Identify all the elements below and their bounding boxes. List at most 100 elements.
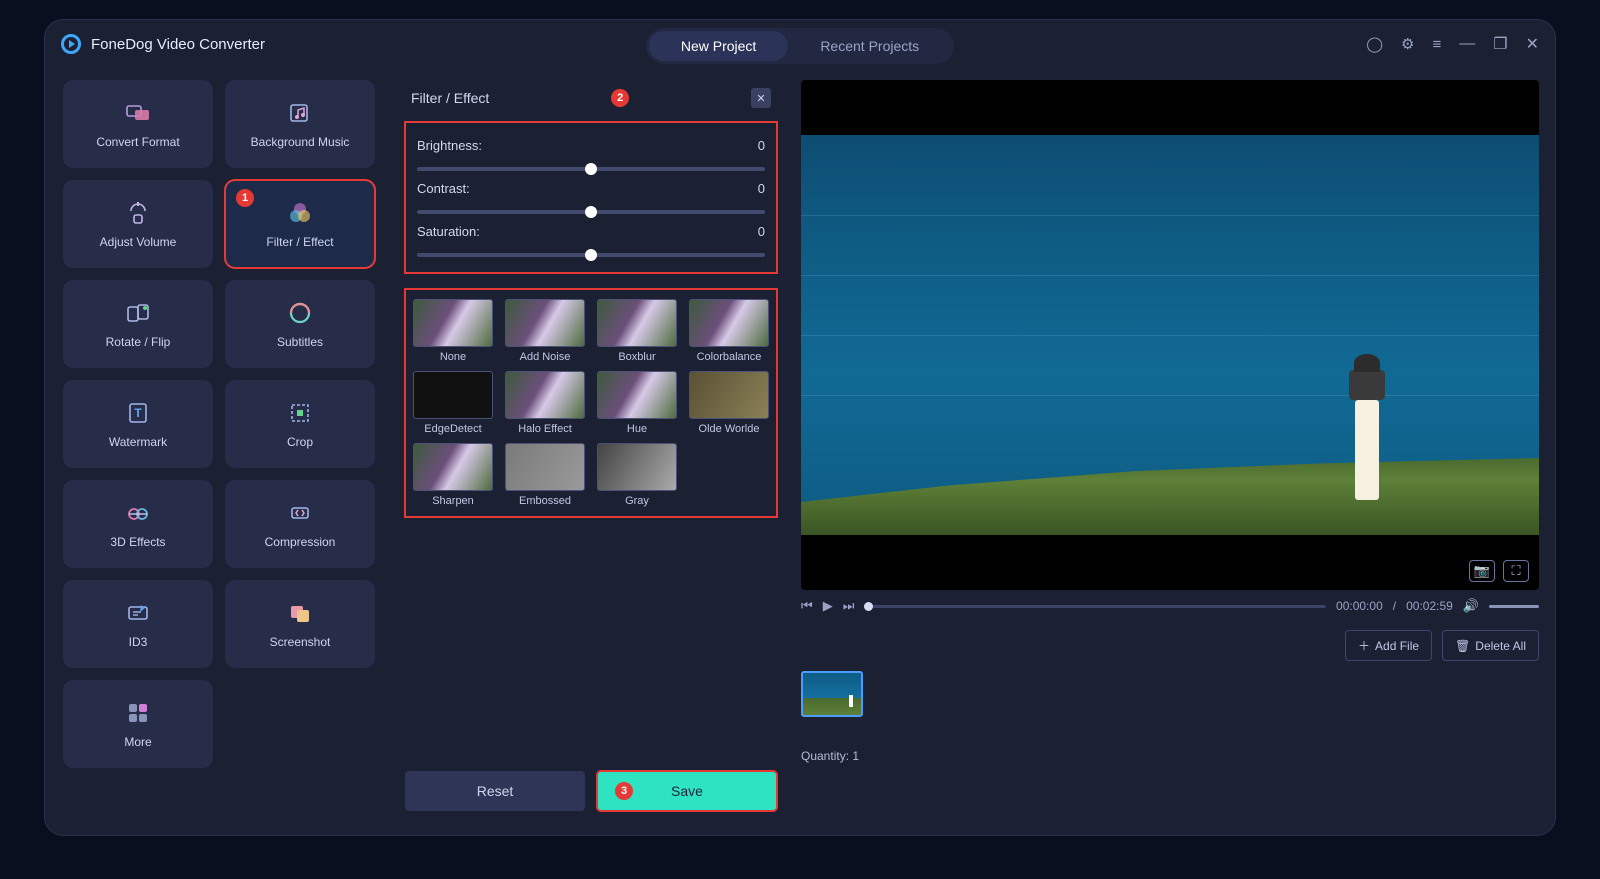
playback-bar: ⏮ ▶ ⏭ 00:00:00 / 00:02:59 🔊: [801, 598, 1539, 614]
maximize-icon[interactable]: ❐: [1493, 34, 1507, 54]
annotation-badge-1: 1: [236, 189, 254, 207]
tool-label: 3D Effects: [110, 535, 165, 549]
saturation-slider[interactable]: [417, 253, 765, 257]
clip-thumbnail[interactable]: [801, 671, 863, 717]
tool-label: Rotate / Flip: [106, 335, 171, 349]
app-title: FoneDog Video Converter: [91, 36, 265, 53]
panel-title: Filter / Effect: [411, 90, 489, 106]
tool-more[interactable]: More: [63, 680, 213, 768]
video-preview[interactable]: 📷 ⛶: [801, 80, 1539, 590]
filter-hue[interactable]: Hue: [595, 371, 679, 435]
slider-saturation: Saturation: 0: [417, 224, 765, 257]
quantity-readout: Quantity: 1: [801, 749, 1539, 763]
account-icon[interactable]: ◯: [1366, 35, 1383, 53]
tool-label: Background Music: [251, 135, 350, 149]
tool-3d-effects[interactable]: 3D Effects: [63, 480, 213, 568]
tool-filter-effect[interactable]: 1 Filter / Effect: [225, 180, 375, 268]
filter-effect-icon: [286, 199, 314, 227]
filter-sharpen[interactable]: Sharpen: [411, 443, 495, 507]
slider-brightness: Brightness:0: [417, 138, 765, 171]
tool-adjust-volume[interactable]: Adjust Volume: [63, 180, 213, 268]
id3-icon: [124, 599, 152, 627]
save-button-label: Save: [671, 783, 703, 799]
menu-icon[interactable]: ≡: [1432, 36, 1441, 53]
annotation-badge-2: 2: [611, 89, 629, 107]
brightness-value: 0: [758, 138, 765, 153]
tool-label: Watermark: [109, 435, 167, 449]
lighthouse-graphic: [1345, 350, 1389, 500]
panel-header: Filter / Effect 2 ✕: [397, 80, 785, 122]
app-window: FoneDog Video Converter New Project Rece…: [45, 20, 1555, 835]
saturation-label: Saturation:: [417, 224, 480, 239]
volume-icon[interactable]: 🔊: [1463, 598, 1479, 614]
saturation-value: 0: [758, 224, 765, 239]
filter-halo-effect[interactable]: Halo Effect: [503, 371, 587, 435]
tool-subtitles[interactable]: Subtitles: [225, 280, 375, 368]
filter-olde-worlde[interactable]: Olde Worlde: [687, 371, 771, 435]
add-file-button[interactable]: ＋Add File: [1345, 630, 1432, 661]
rotate-flip-icon: [124, 299, 152, 327]
minimize-icon[interactable]: —: [1459, 35, 1475, 53]
tool-label: Subtitles: [277, 335, 323, 349]
more-icon: [124, 699, 152, 727]
delete-all-button[interactable]: 🗑Delete All: [1442, 630, 1539, 661]
adjust-volume-icon: [124, 199, 152, 227]
contrast-value: 0: [758, 181, 765, 196]
crop-icon: [286, 399, 314, 427]
app-logo-icon: [61, 34, 81, 54]
tool-watermark[interactable]: T Watermark: [63, 380, 213, 468]
next-frame-icon[interactable]: ⏭: [843, 598, 855, 614]
tool-label: Crop: [287, 435, 313, 449]
panel-buttons: Reset 3 Save: [397, 771, 785, 823]
play-icon[interactable]: ▶: [823, 598, 833, 614]
tool-label: ID3: [129, 635, 148, 649]
filter-boxblur[interactable]: Boxblur: [595, 299, 679, 363]
contrast-label: Contrast:: [417, 181, 470, 196]
tool-rotate-flip[interactable]: Rotate / Flip: [63, 280, 213, 368]
snapshot-icon[interactable]: 📷: [1469, 560, 1495, 582]
tab-new-project[interactable]: New Project: [649, 31, 788, 61]
tool-compression[interactable]: Compression: [225, 480, 375, 568]
tool-crop[interactable]: Crop: [225, 380, 375, 468]
close-panel-icon[interactable]: ✕: [751, 88, 771, 108]
titlebar: FoneDog Video Converter New Project Rece…: [45, 20, 1555, 68]
filter-gray[interactable]: Gray: [595, 443, 679, 507]
brightness-slider[interactable]: [417, 167, 765, 171]
tool-label: Filter / Effect: [266, 235, 333, 249]
fullscreen-icon[interactable]: ⛶: [1503, 560, 1529, 582]
plus-icon: ＋: [1358, 637, 1370, 654]
filter-add-noise[interactable]: Add Noise: [503, 299, 587, 363]
tool-convert-format[interactable]: Convert Format: [63, 80, 213, 168]
tool-background-music[interactable]: Background Music: [225, 80, 375, 168]
prev-frame-icon[interactable]: ⏮: [801, 598, 813, 614]
reset-button[interactable]: Reset: [405, 771, 585, 811]
trash-icon: 🗑: [1455, 639, 1470, 653]
svg-text:T: T: [134, 406, 142, 420]
tool-id3[interactable]: ID3: [63, 580, 213, 668]
tool-label: Screenshot: [270, 635, 331, 649]
volume-slider[interactable]: [1489, 605, 1539, 608]
scrub-slider[interactable]: [864, 605, 1326, 608]
sliders-section: Brightness:0 Contrast: 0 Saturation: 0: [405, 122, 777, 273]
filter-embossed[interactable]: Embossed: [503, 443, 587, 507]
settings-icon[interactable]: ⚙: [1401, 35, 1414, 53]
tool-panel: Convert Format Background Music Adjust V…: [45, 68, 393, 835]
tool-screenshot[interactable]: Screenshot: [225, 580, 375, 668]
tool-label: Convert Format: [96, 135, 179, 149]
time-current: 00:00:00: [1336, 599, 1383, 613]
3d-effects-icon: [124, 499, 152, 527]
subtitles-icon: [286, 299, 314, 327]
filter-edgedetect[interactable]: EdgeDetect: [411, 371, 495, 435]
contrast-slider[interactable]: [417, 210, 765, 214]
convert-format-icon: [124, 99, 152, 127]
filter-colorbalance[interactable]: Colorbalance: [687, 299, 771, 363]
tool-label: More: [124, 735, 151, 749]
filter-none[interactable]: None: [411, 299, 495, 363]
close-window-icon[interactable]: ✕: [1526, 34, 1539, 54]
tool-label: Compression: [265, 535, 336, 549]
project-tabs: New Project Recent Projects: [646, 28, 954, 64]
filter-effect-panel: Filter / Effect 2 ✕ Brightness:0 Contras…: [393, 68, 793, 835]
save-button[interactable]: 3 Save: [597, 771, 777, 811]
tab-recent-projects[interactable]: Recent Projects: [788, 31, 951, 61]
time-total: 00:02:59: [1406, 599, 1453, 613]
